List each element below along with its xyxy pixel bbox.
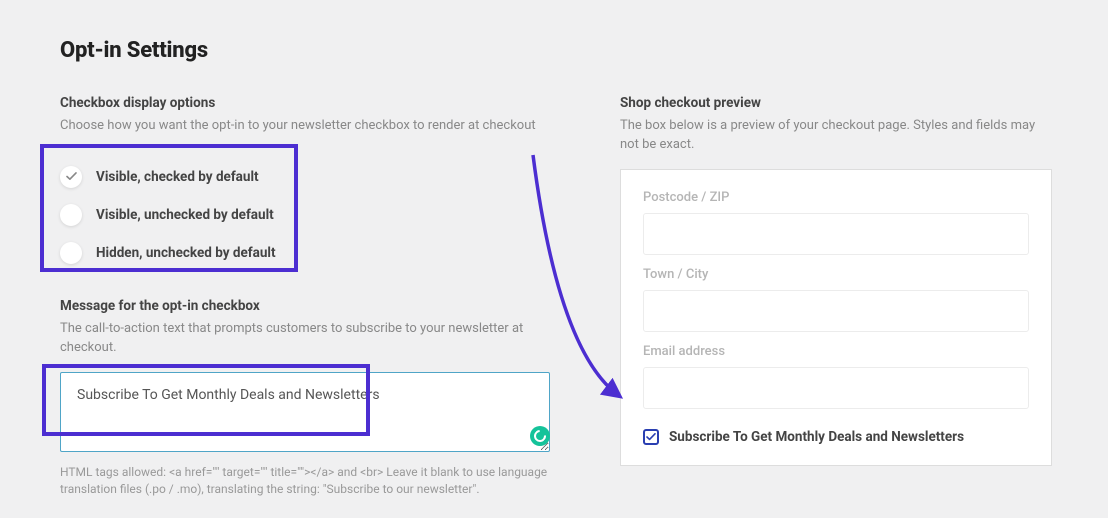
radio-disc (60, 204, 82, 226)
preview-subtext: The box below is a preview of your check… (620, 117, 1052, 155)
optin-message-textarea[interactable] (60, 372, 550, 452)
message-subtext: The call-to-action text that prompts cus… (60, 320, 560, 358)
preview-field-label: Postcode / ZIP (643, 190, 1029, 205)
preview-town-input (643, 290, 1029, 332)
check-icon (66, 172, 77, 181)
radio-visible-checked[interactable]: Visible, checked by default (60, 158, 560, 196)
checkbox-options-heading: Checkbox display options (60, 95, 560, 111)
radio-visible-unchecked[interactable]: Visible, unchecked by default (60, 196, 560, 234)
preview-email-input (643, 367, 1029, 409)
preview-subscribe-row: Subscribe To Get Monthly Deals and Newsl… (643, 429, 1029, 445)
checkbox-options-subtext: Choose how you want the opt-in to your n… (60, 117, 560, 136)
preview-subscribe-label: Subscribe To Get Monthly Deals and Newsl… (669, 429, 964, 445)
radio-group: Visible, checked by default Visible, unc… (60, 150, 560, 280)
radio-disc (60, 242, 82, 264)
preview-postcode-input (643, 213, 1029, 255)
preview-heading: Shop checkout preview (620, 95, 1052, 111)
radio-label: Visible, checked by default (96, 169, 259, 185)
grammarly-icon[interactable] (530, 426, 550, 446)
radio-hidden-unchecked[interactable]: Hidden, unchecked by default (60, 234, 560, 272)
message-heading: Message for the opt-in checkbox (60, 298, 560, 314)
checkout-preview: Postcode / ZIP Town / City Email address… (620, 169, 1052, 466)
radio-disc-selected (60, 166, 82, 188)
preview-field-label: Email address (643, 344, 1029, 359)
check-icon (646, 433, 656, 441)
preview-subscribe-checkbox (643, 429, 659, 445)
message-hint: HTML tags allowed: <a href="" target="" … (60, 464, 550, 499)
radio-label: Visible, unchecked by default (96, 207, 274, 223)
preview-field-label: Town / City (643, 267, 1029, 282)
radio-label: Hidden, unchecked by default (96, 245, 276, 261)
page-title: Opt-in Settings (60, 38, 1052, 63)
